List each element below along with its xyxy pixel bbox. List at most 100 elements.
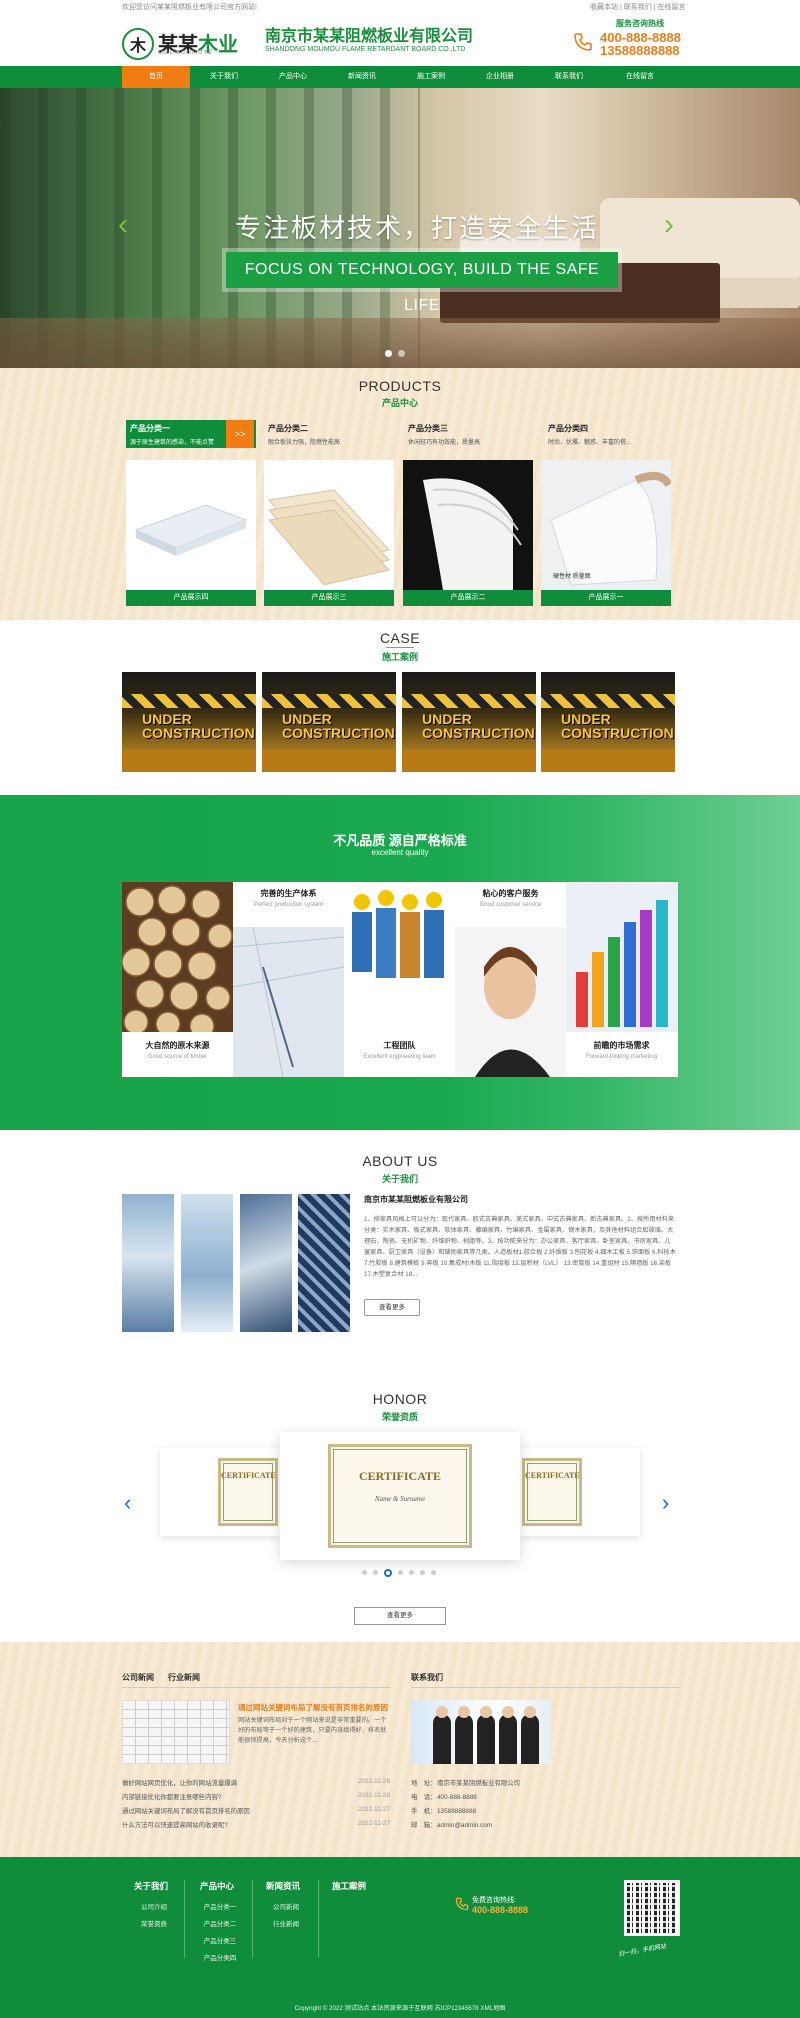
honor-next-icon[interactable]: › [662,1490,669,1516]
certificate-image: CERTIFICATE Name & Surname [328,1444,472,1548]
product-image: 硬性材 质量图 [541,460,671,590]
footer-col-cases: 施工案例 [332,1881,367,1891]
contact-mobile: 手 机：13588888888 [411,1808,477,1815]
qr-code-icon [624,1880,680,1936]
product-category-2[interactable]: 产品分类二 耐合板张力强，阻燃性能高 [264,420,394,448]
tab-industry-news[interactable]: 行业新闻 [168,1672,200,1683]
phone-icon [455,1897,469,1911]
case-card[interactable]: UNDER CONSTRUCTION [541,672,675,772]
contact-phone: 电 话：400-888-8888 [411,1794,477,1801]
nav-message[interactable]: 在线留言 [606,66,674,88]
about-more-button[interactable]: 查看更多 [364,1299,420,1316]
product-image [403,460,533,590]
case-underline [386,647,414,648]
call-center-image [411,1700,551,1764]
product-card[interactable]: 硬性材 质量图 产品展示一 [541,460,671,606]
quality-title: 不凡品质 源自严格标准 [333,833,467,848]
company-name-en: SHANDONG MOUMOU FLAME RETARDANT BOARD CO… [265,46,466,53]
banner-title: 专注板材技术，打造安全生活 [235,213,600,243]
welcome-text: 欢迎您访问某某阻燃板业有限公司官方网站! [122,4,257,11]
product-card[interactable]: 产品展示四 [126,460,256,606]
nav-cases[interactable]: 施工案例 [397,66,465,88]
footer-col-about: 关于我们 公司介绍 荣誉资质 [134,1881,169,1928]
footer-col-news: 新闻资讯 公司新闻 行业新闻 [266,1881,301,1928]
hotline-label: 服务咨询热线 [616,19,664,28]
product-category-4[interactable]: 产品分类四 时尚、优雅、魅惑、丰富的搭... [544,420,674,448]
case-card[interactable]: UNDER CONSTRUCTION [402,672,536,772]
banner-prev-icon[interactable]: ‹ [118,208,128,242]
top-links[interactable]: 收藏本站 | 联系我们 | 在线留言 [590,2,685,12]
news-item[interactable]: 什么方法可以快速提高网站的收录呢? 2022-11-27 [122,1820,390,1829]
nav-contact[interactable]: 联系我们 [535,66,603,88]
blueprint-image [233,927,344,1077]
news-feature-title[interactable]: 通过网站关键词布局了解没有首页排名的原因 [238,1702,388,1713]
case-card[interactable]: UNDER CONSTRUCTION [122,672,256,772]
main-nav: 首页 关于我们 产品中心 新闻资讯 施工案例 企业相册 联系我们 在线留言 [0,66,800,88]
quality-panel-team[interactable]: 工程团队 Excellent engineering team [344,882,455,1077]
service-woman-image [455,927,566,1077]
case-title-en: CASE [379,630,421,646]
tab-contact[interactable]: 联系我们 [411,1672,443,1683]
quality-panel-production[interactable]: 完善的生产体系 Perfect production system [233,882,344,1077]
quality-panel-market[interactable]: 前瞻的市场需求 Forward-looking marketing [566,882,677,1077]
certificate-card[interactable]: CERTIFICATE [160,1448,280,1536]
quality-panel-service[interactable]: 粘心的客户服务 Good customer service [455,882,566,1077]
about-company: 南京市某某阻燃板业有限公司 [364,1195,468,1204]
news-item[interactable]: 通过网站关键词布局了解没有首页排名的原因 2022-11-27 [122,1806,390,1815]
honor-prev-icon[interactable]: ‹ [124,1490,131,1516]
building-image [240,1194,292,1332]
building-image [122,1194,174,1332]
chart-bars-image [566,882,677,1032]
contact-address: 地 址：南京市某某阻燃板业有限公司 [411,1780,521,1787]
product-image [126,460,256,590]
news-item[interactable]: 做好网站网页优化，让你的网站流量爆满 2022-11-28 [122,1778,390,1787]
honor-title-en: HONOR [372,1391,428,1407]
company-name: 南京市某某阻燃板业有限公司 [265,28,474,45]
logs-image [122,882,233,1039]
banner-dot[interactable] [385,350,392,357]
honor-more-button[interactable]: 查看更多 [354,1607,446,1625]
about-title-cn: 关于我们 [381,1174,418,1184]
logo-pinyin: MOUMOUMUYE [158,50,214,56]
news-feature-image[interactable] [122,1700,230,1764]
building-image [181,1194,233,1332]
top-bar: 欢迎您访问某某阻燃板业有限公司官方网站! 收藏本站 | 联系我们 | 在线留言 [0,0,800,12]
product-category-3[interactable]: 产品分类三 休闲轻巧有功效能，质量高 [404,420,534,448]
banner-dot[interactable] [398,350,405,357]
nav-home[interactable]: 首页 [122,66,190,88]
nav-album[interactable]: 企业相册 [466,66,534,88]
news-item[interactable]: 内部链接优化你都要注意哪些内容? 2022-11-28 [122,1792,390,1801]
copyright: Copyright © 2022 测试站点 本站资源来源于互联网 苏ICP123… [294,2005,506,2012]
products-title-cn: 产品中心 [381,398,418,408]
banner-pagination [385,350,405,357]
footer-hotline-number: 400-888-8888 [472,1905,529,1915]
hotline-mobile: 13588888888 [600,43,680,58]
products-title-en: PRODUCTS [358,378,442,394]
about-text: 1、按家具风格上可以分为：现代家具、欧式古典家具、美式家具、中式古典家具、新古典… [364,1216,676,1278]
product-card[interactable]: 产品展示二 [403,460,533,606]
footer-col-products: 产品中心 产品分类一 产品分类二 产品分类三 产品分类四 [200,1881,237,1962]
product-card[interactable]: 产品展示三 [264,460,394,606]
banner-subtitle: FOCUS ON TECHNOLOGY, BUILD THE SAFE LIFE [226,252,618,314]
honor-title-cn: 荣誉资质 [381,1412,418,1422]
nav-news[interactable]: 新闻资讯 [328,66,396,88]
floor-image [0,318,800,368]
honor-pagination [362,1569,436,1577]
footer [0,1857,800,2018]
team-image [344,882,455,1032]
phone-icon [574,33,592,51]
tab-company-news[interactable]: 公司新闻 [122,1672,154,1683]
about-title-en: ABOUT US [362,1153,438,1169]
case-card[interactable]: UNDER CONSTRUCTION [262,672,396,772]
certificate-card-active[interactable]: CERTIFICATE Name & Surname [280,1432,520,1560]
quality-subtitle: excellent quality [371,848,429,857]
banner-next-icon[interactable]: › [664,208,674,242]
nav-about[interactable]: 关于我们 [190,66,258,88]
contact-email: 邮 箱：admin@admin.com [411,1822,493,1829]
logo-mark[interactable]: 木 [122,28,154,60]
hero-banner[interactable]: 专注板材技术，打造安全生活 FOCUS ON TECHNOLOGY, BUILD… [0,88,800,368]
certificate-card[interactable]: CERTIFICATE [520,1448,640,1536]
nav-products[interactable]: 产品中心 [259,66,327,88]
quality-panel-timber[interactable]: 大自然的原木来源 Good source of timber [122,882,233,1077]
category-more-icon[interactable]: >> [226,420,254,448]
